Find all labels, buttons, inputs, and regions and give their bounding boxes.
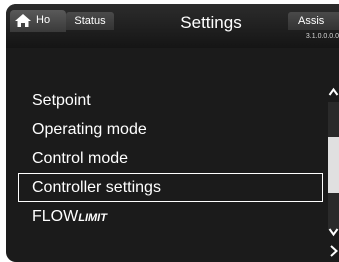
flowlimit-suffix: LIMIT [78,212,107,224]
chevron-right-icon[interactable] [328,244,339,258]
flowlimit-main: FLOW [32,208,79,225]
menu-item-control-mode[interactable]: Control mode [18,144,323,173]
scroll-thumb[interactable] [328,137,339,193]
menu-item-setpoint[interactable]: Setpoint [18,86,323,115]
tab-assist[interactable]: Assis [288,12,339,30]
home-icon [15,14,31,27]
menu-item-operating-mode[interactable]: Operating mode [18,115,323,144]
tab-home[interactable]: Ho [10,10,66,32]
page-title: Settings [180,13,242,32]
tab-home-label: Ho [36,14,51,26]
chevron-up-icon[interactable] [328,86,339,98]
settings-menu: Setpoint Operating mode Control mode Con… [18,86,323,231]
top-navigation-bar: Ho Status Settings Assis 3.1.0.0.0.0 [6,4,339,48]
tab-assist-label: Assis [298,15,325,27]
menu-scrollbar[interactable] [328,86,339,238]
menu-item-flowlimit[interactable]: FLOWLIMIT [18,202,323,231]
chevron-down-icon[interactable] [328,226,339,238]
tab-status[interactable]: Status [66,12,114,30]
device-screen: Ho Status Settings Assis 3.1.0.0.0.0 Set… [6,4,339,262]
scroll-track[interactable] [328,102,339,230]
menu-item-controller-settings[interactable]: Controller settings [18,173,323,202]
version-label: 3.1.0.0.0.0 [305,33,339,40]
